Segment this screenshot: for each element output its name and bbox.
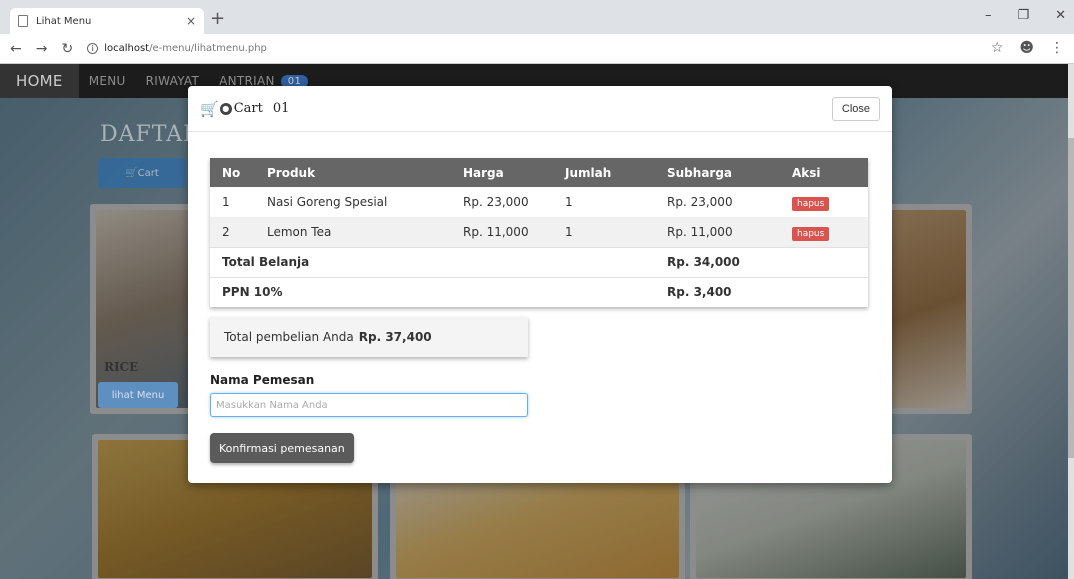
browser-tab[interactable]: Lihat Menu × bbox=[10, 8, 204, 34]
total-label: Total Belanja bbox=[210, 246, 655, 277]
back-icon[interactable]: ← bbox=[10, 41, 22, 57]
profile-icon[interactable]: ☻ bbox=[1019, 40, 1034, 56]
total-row: Total Belanja Rp. 34,000 bbox=[210, 246, 868, 277]
cell-no: 2 bbox=[210, 217, 255, 247]
close-button[interactable]: Close bbox=[831, 96, 880, 121]
new-tab-button[interactable]: + bbox=[210, 10, 225, 28]
cell-no: 1 bbox=[210, 187, 255, 217]
lihat-menu-button[interactable]: lihat Menu bbox=[98, 382, 178, 408]
grand-total-text: Total pembelian Anda bbox=[224, 330, 354, 344]
ppn-label: PPN 10% bbox=[210, 276, 655, 307]
cart-icon: 🛒 bbox=[200, 99, 219, 118]
browser-tabstrip: Lihat Menu × + – ❐ ✕ bbox=[0, 0, 1074, 34]
cart-table: No Produk Harga Jumlah Subharga Aksi 1 N… bbox=[210, 158, 868, 307]
forward-icon[interactable]: → bbox=[36, 41, 48, 57]
window-controls: – ❐ ✕ bbox=[985, 8, 1066, 23]
hapus-button[interactable]: hapus bbox=[792, 226, 830, 241]
cart-modal: 🛒 ● Cart 01 Close No Produk Harga Jumlah… bbox=[188, 86, 892, 483]
column-header-subharga: Subharga bbox=[655, 158, 780, 187]
table-row: 2 Lemon Tea Rp. 11,000 1 Rp. 11,000 hapu… bbox=[210, 217, 868, 247]
confirm-order-button[interactable]: Konfirmasi pemesanan bbox=[210, 433, 354, 463]
empty-cell bbox=[780, 276, 868, 307]
modal-header: 🛒 ● Cart 01 Close bbox=[188, 86, 892, 132]
cell-jumlah: 1 bbox=[553, 187, 655, 217]
card-label: RICE bbox=[104, 360, 139, 374]
cell-produk: Nasi Goreng Spesial bbox=[255, 187, 451, 217]
address-bar[interactable]: i localhost/e-menu/lihatmenu.php bbox=[87, 43, 267, 54]
grand-total-box: Total pembelian Anda Rp. 37,400 bbox=[210, 317, 528, 357]
window-close-icon[interactable]: ✕ bbox=[1055, 8, 1066, 23]
grand-total-value: Rp. 37,400 bbox=[358, 330, 432, 344]
tab-close-icon[interactable]: × bbox=[186, 14, 196, 28]
cell-jumlah: 1 bbox=[553, 217, 655, 247]
reload-icon[interactable]: ↻ bbox=[61, 41, 73, 57]
scrollbar-thumb[interactable] bbox=[1068, 138, 1074, 458]
page-icon bbox=[18, 15, 28, 27]
total-value: Rp. 34,000 bbox=[655, 246, 780, 277]
url-path: /e-menu/lihatmenu.php bbox=[149, 43, 267, 54]
page-scrollbar[interactable] bbox=[1068, 64, 1074, 579]
nav-home[interactable]: HOME bbox=[0, 64, 79, 98]
cell-aksi: hapus bbox=[780, 217, 868, 247]
cell-subharga: Rp. 23,000 bbox=[655, 187, 780, 217]
cell-produk: Lemon Tea bbox=[255, 217, 451, 247]
page-heading: DAFTAR bbox=[100, 122, 201, 147]
cell-harga: Rp. 23,000 bbox=[451, 187, 553, 217]
minimize-icon[interactable]: – bbox=[985, 8, 992, 23]
cart-icon: 🛒 bbox=[125, 167, 138, 179]
background-cart-button[interactable]: 🛒 Cart bbox=[98, 158, 186, 188]
name-input[interactable] bbox=[210, 393, 528, 417]
info-icon[interactable]: i bbox=[87, 43, 99, 54]
empty-cell bbox=[780, 246, 868, 277]
menu-dots-icon[interactable]: ⋮ bbox=[1050, 40, 1064, 56]
hapus-button[interactable]: hapus bbox=[792, 197, 830, 211]
nav-menu[interactable]: MENU bbox=[79, 64, 136, 98]
table-row: 1 Nasi Goreng Spesial Rp. 23,000 1 Rp. 2… bbox=[210, 187, 868, 217]
cell-subharga: Rp. 11,000 bbox=[655, 217, 780, 247]
column-header-harga: Harga bbox=[451, 158, 553, 187]
background-cart-label: Cart bbox=[137, 167, 159, 179]
cell-aksi: hapus bbox=[780, 187, 868, 217]
toolbar-actions: ☆ ☻ ⋮ bbox=[991, 40, 1064, 56]
column-header-no: No bbox=[210, 158, 255, 187]
url-host: localhost bbox=[104, 43, 150, 54]
cart-count: 01 bbox=[272, 101, 290, 116]
browser-toolbar: ← → ↻ i localhost/e-menu/lihatmenu.php ☆… bbox=[0, 34, 1074, 64]
name-label: Nama Pemesan bbox=[210, 373, 315, 387]
modal-title: Cart bbox=[233, 101, 263, 116]
tab-title: Lihat Menu bbox=[36, 15, 92, 27]
column-header-produk: Produk bbox=[255, 158, 451, 187]
user-icon: ● bbox=[219, 102, 232, 115]
restore-icon[interactable]: ❐ bbox=[1017, 8, 1029, 23]
ppn-row: PPN 10% Rp. 3,400 bbox=[210, 276, 868, 307]
cell-harga: Rp. 11,000 bbox=[451, 217, 553, 247]
table-header-row: No Produk Harga Jumlah Subharga Aksi bbox=[210, 158, 868, 187]
ppn-value: Rp. 3,400 bbox=[655, 276, 780, 307]
column-header-jumlah: Jumlah bbox=[553, 158, 655, 187]
bookmark-star-icon[interactable]: ☆ bbox=[991, 40, 1004, 56]
column-header-aksi: Aksi bbox=[780, 158, 868, 187]
